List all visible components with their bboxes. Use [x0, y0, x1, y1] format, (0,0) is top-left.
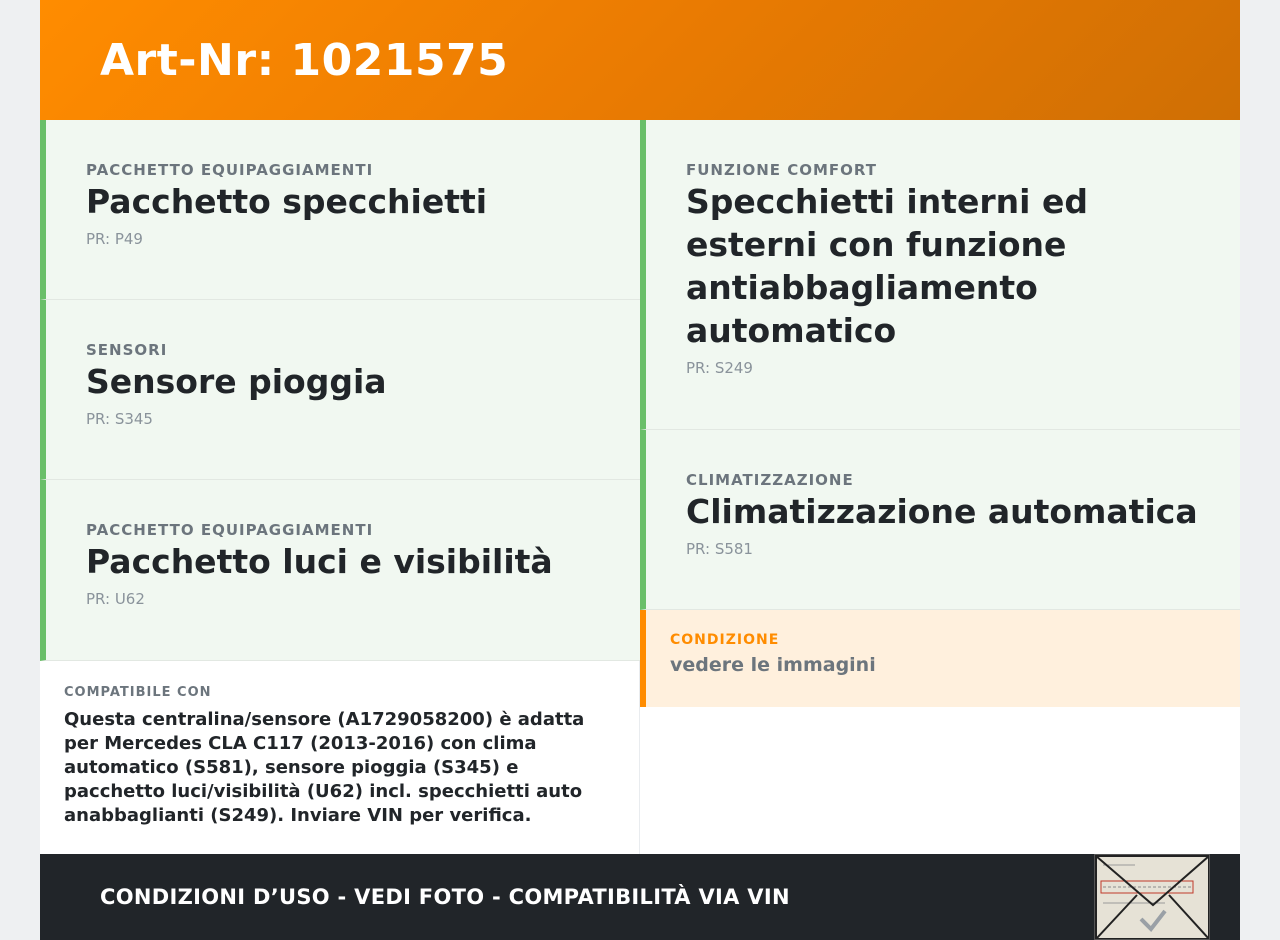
page: Art-Nr: 1021575 PACCHETTO EQUIPAGGIAMENT… [40, 0, 1240, 940]
condition-value: vedere le immagini [670, 654, 876, 676]
feature-pr-code: PR: P49 [86, 230, 143, 248]
feature-title: Pacchetto luci e visibilità [86, 542, 553, 581]
footer-text: CONDIZIONI D’USO - VEDI FOTO - COMPATIBI… [100, 885, 790, 909]
compatibility-box: COMPATIBILE CON Questa centralina/sensor… [40, 661, 640, 854]
footer: CONDIZIONI D’USO - VEDI FOTO - COMPATIBI… [40, 854, 1240, 940]
condition-box: CONDIZIONE vedere le immagini [640, 610, 1240, 707]
feature-category: PACCHETTO EQUIPAGGIAMENTI [86, 521, 374, 539]
feature-category: FUNZIONE COMFORT [686, 161, 878, 179]
feature-grid: PACCHETTO EQUIPAGGIAMENTI Pacchetto spec… [40, 120, 1240, 854]
feature-card: PACCHETTO EQUIPAGGIAMENTI Pacchetto spec… [40, 120, 640, 300]
feature-pr-code: PR: U62 [86, 590, 145, 608]
feature-category: PACCHETTO EQUIPAGGIAMENTI [86, 161, 374, 179]
feature-pr-code: PR: S249 [686, 359, 753, 377]
feature-category: SENSORI [86, 341, 168, 359]
feature-pr-code: PR: S581 [686, 540, 753, 558]
feature-title: Specchietti interni ed esterni con funzi… [686, 182, 1088, 350]
left-column: PACCHETTO EQUIPAGGIAMENTI Pacchetto spec… [40, 120, 640, 854]
contact-thumbnail[interactable] [1094, 854, 1210, 940]
feature-card: SENSORI Sensore pioggia PR: S345 [40, 300, 640, 480]
compatibility-label: COMPATIBILE CON [64, 685, 212, 700]
envelope-icon [1095, 855, 1209, 939]
feature-card: CLIMATIZZAZIONE Climatizzazione automati… [640, 430, 1240, 610]
feature-pr-code: PR: S345 [86, 410, 153, 428]
condition-label: CONDIZIONE [670, 632, 780, 648]
feature-title: Climatizzazione automatica [686, 492, 1198, 531]
header: Art-Nr: 1021575 [40, 0, 1240, 120]
right-column: FUNZIONE COMFORT Specchietti interni ed … [640, 120, 1240, 854]
feature-category: CLIMATIZZAZIONE [686, 471, 854, 489]
feature-title: Pacchetto specchietti [86, 182, 488, 221]
feature-title: Sensore pioggia [86, 362, 387, 401]
feature-card: PACCHETTO EQUIPAGGIAMENTI Pacchetto luci… [40, 480, 640, 661]
article-number-title: Art-Nr: 1021575 [100, 34, 509, 86]
compatibility-text: Questa centralina/sensore (A1729058200) … [64, 709, 585, 826]
feature-card: FUNZIONE COMFORT Specchietti interni ed … [640, 120, 1240, 430]
